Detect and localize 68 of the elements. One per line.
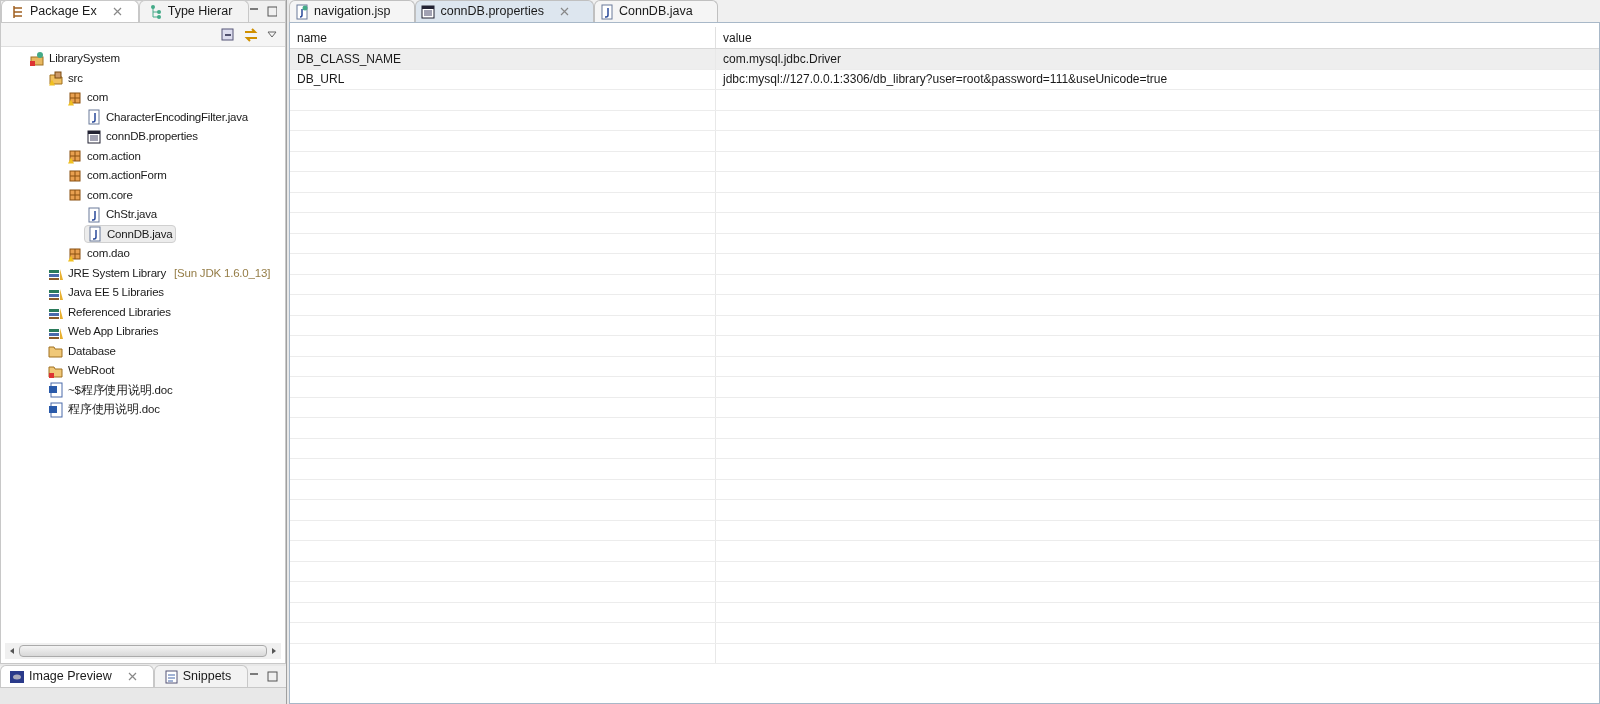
tree-item[interactable]: ~$程序使用说明.doc (46, 381, 175, 400)
tree-item-label: ConnDB.java (107, 226, 173, 242)
horizontal-scrollbar[interactable] (5, 643, 281, 659)
tree-item-label: Referenced Libraries (68, 304, 171, 320)
tree-item[interactable]: LibrarySystem (27, 49, 122, 68)
close-icon[interactable] (560, 7, 569, 16)
tree-item-label: ChStr.java (106, 207, 158, 223)
close-icon[interactable] (127, 672, 137, 681)
tree-item-label: Web App Libraries (68, 324, 159, 340)
tree-item[interactable]: src (46, 69, 85, 88)
tree-item[interactable]: com.core (65, 186, 135, 205)
tree-item[interactable]: Web App Libraries (46, 322, 161, 341)
table-cell: DB_CLASS_NAME (290, 49, 716, 69)
tree-item-label: CharacterEncodingFilter.java (106, 109, 249, 125)
tree-item-label: src (68, 70, 83, 86)
table-cell-text: jdbc:mysql://127.0.0.1:3306/db_library?user=root&password=111&useUnicode=true (721, 71, 1169, 89)
link-arrows-icon[interactable] (243, 27, 259, 42)
maximize-icon[interactable] (267, 671, 278, 682)
tree-item[interactable]: JRE System Library [Sun JDK 1.6.0_13] (46, 264, 273, 283)
column-header[interactable]: name (290, 27, 716, 48)
table-row[interactable]: DB_URL jdbc:mysql://127.0.0.1:3306/db_library?user=root&password=111&useUnicode=true (290, 69, 1599, 90)
collapse-all-icon[interactable] (221, 27, 235, 42)
image-preview-icon (9, 668, 25, 685)
tree-item[interactable]: CharacterEncodingFilter.java (84, 108, 251, 127)
editor-tab[interactable]: navigation.jsp (289, 0, 416, 22)
tree-item[interactable]: com.action (65, 147, 143, 166)
tree-item-label: LibrarySystem (49, 51, 120, 67)
tree-item[interactable]: com.actionForm (65, 166, 169, 185)
tree-item[interactable]: connDB.properties (84, 127, 200, 146)
tree-item[interactable]: ChStr.java (84, 205, 160, 224)
view-tab[interactable]: Package Ex (1, 0, 139, 22)
tree-item-label: com.dao (87, 246, 130, 262)
editor-tab[interactable]: connDB.properties (415, 0, 594, 22)
view-tab[interactable]: Snippets (153, 665, 249, 687)
tree-item-label: com.core (87, 187, 133, 203)
table-cell: DB_URL (290, 69, 716, 89)
java-file-icon (599, 3, 615, 20)
tree-item[interactable]: Referenced Libraries (46, 303, 173, 322)
column-header[interactable]: value (716, 27, 1599, 48)
view-tab[interactable]: Image Preview (0, 665, 154, 687)
tree-item[interactable]: com (65, 88, 111, 107)
tree-item-decoration: [Sun JDK 1.6.0_13] (174, 265, 271, 281)
tree-item-label: 程序使用说明.doc (68, 402, 160, 418)
tree-item[interactable]: com.dao (65, 244, 132, 263)
tree-item-label: com.action (87, 148, 141, 164)
close-icon[interactable] (112, 7, 122, 16)
tree-item-label: Database (68, 343, 116, 359)
table-cell-text: com.mysql.jdbc.Driver (722, 50, 843, 68)
jsp-file-icon (294, 3, 310, 20)
editor-tab[interactable]: ConnDB.java (594, 0, 718, 22)
table-row[interactable]: DB_CLASS_NAME com.mysql.jdbc.Driver (290, 49, 1599, 70)
properties-file-icon (420, 3, 437, 20)
tree-item-label: WebRoot (68, 363, 115, 379)
tree-item-label: com (87, 90, 109, 106)
tree-item[interactable]: Database (46, 342, 118, 361)
tree-item[interactable]: 程序使用说明.doc (46, 400, 162, 419)
tree-item-label: JRE System Library (68, 265, 166, 281)
view-tab[interactable]: Type Hierar (138, 0, 250, 22)
snippets-icon (162, 668, 179, 685)
tree-item-label: ~$程序使用说明.doc (68, 382, 173, 398)
view-menu-icon[interactable] (267, 30, 277, 39)
maximize-icon[interactable] (266, 6, 277, 17)
tree-item-label: connDB.properties (106, 129, 198, 145)
tree-item[interactable]: ConnDB.java (84, 225, 176, 244)
tree-item-label: Java EE 5 Libraries (68, 285, 164, 301)
tree-item[interactable]: WebRoot (46, 361, 117, 380)
tree-item[interactable]: Java EE 5 Libraries (46, 283, 166, 302)
tree-item-label: com.actionForm (87, 168, 167, 184)
